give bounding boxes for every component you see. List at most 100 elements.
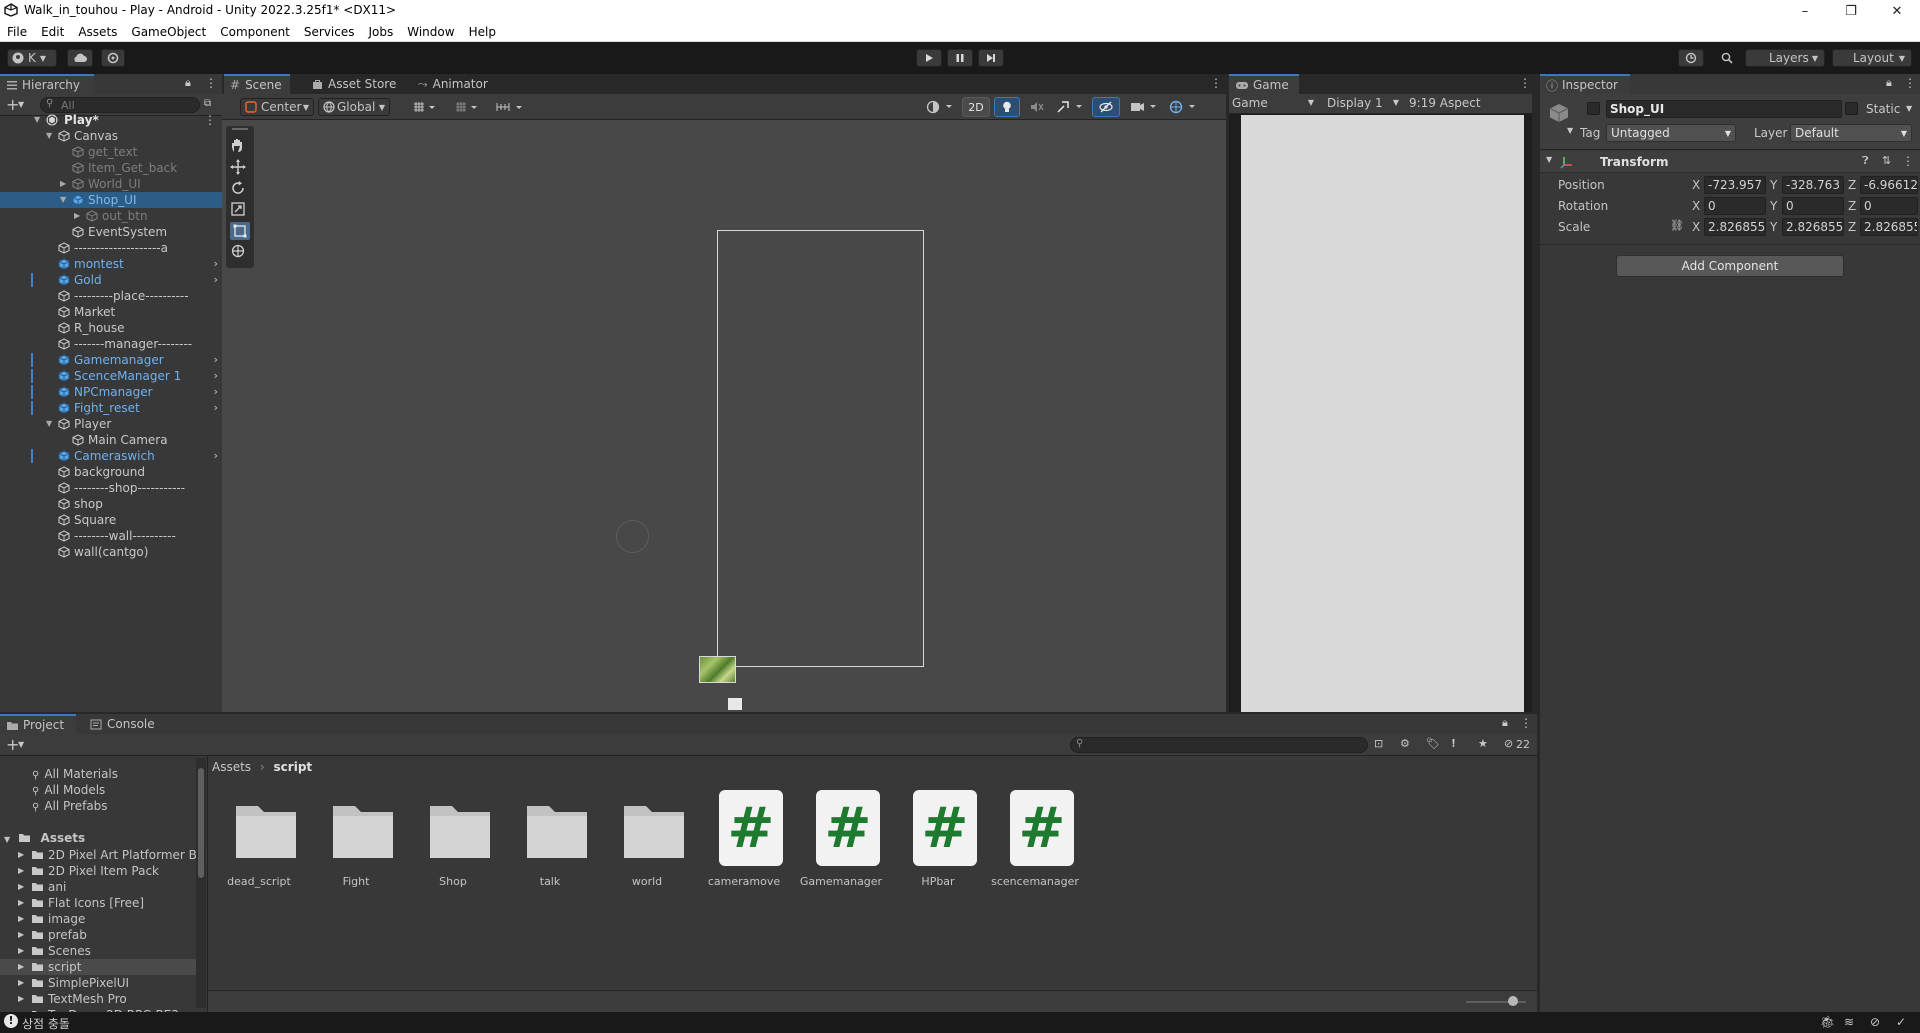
prefab-open-arrow-icon[interactable]: › <box>214 384 218 400</box>
caret-closed-icon[interactable]: ▶ <box>74 208 80 224</box>
project-folder-item[interactable]: ▶ Scenes <box>0 943 196 959</box>
caret-closed-icon[interactable]: ▶ <box>18 895 24 911</box>
step-button[interactable] <box>978 49 1004 67</box>
hierarchy-row[interactable]: Fight_reset › <box>0 400 222 416</box>
audio-toggle[interactable] <box>1024 97 1050 117</box>
hierarchy-row[interactable]: Item_Get_back <box>0 160 222 176</box>
asset-folder[interactable]: talk <box>503 790 597 894</box>
transform-header[interactable]: ▼ Transform ❓︎ ⇅ ⋮ <box>1540 151 1920 173</box>
menu-assets[interactable]: Assets <box>71 25 124 39</box>
preset-icon[interactable]: ⇅ <box>1882 154 1891 167</box>
increment-snap-button[interactable] <box>492 98 528 116</box>
scene-visibility-icon[interactable]: ⧉ <box>204 98 211 109</box>
tab-console[interactable]: Console <box>84 714 160 734</box>
hierarchy-row[interactable]: NPCmanager › <box>0 384 222 400</box>
hierarchy-row[interactable]: ▼ Player <box>0 416 222 432</box>
scene-root-row[interactable]: ▼ Play* ⋮ <box>0 112 222 128</box>
prefab-open-arrow-icon[interactable]: › <box>214 256 218 272</box>
hierarchy-row[interactable]: wall(cantgo) <box>0 544 222 560</box>
position-x-field[interactable]: -723.957 <box>1704 176 1766 194</box>
space-dropdown[interactable]: Global ▼ <box>318 98 390 116</box>
cloud-button[interactable] <box>67 49 93 67</box>
gizmos-dropdown[interactable] <box>1166 97 1202 117</box>
caret-open-icon[interactable]: ▼ <box>46 416 52 432</box>
object-name-field[interactable]: Shop_UI <box>1606 100 1842 118</box>
search-by-type-icon[interactable]: ⊡ <box>1374 737 1383 750</box>
menu-edit[interactable]: Edit <box>34 25 71 39</box>
lock-icon[interactable]: 🔒︎ <box>1886 76 1892 90</box>
hierarchy-row[interactable]: Gold › <box>0 272 222 288</box>
cache-server-icon[interactable]: ≋ <box>1844 1015 1854 1029</box>
hierarchy-row[interactable]: ▼ Canvas <box>0 128 222 144</box>
project-folder-item[interactable]: ▶ 2D Pixel Item Pack <box>0 863 196 879</box>
scale-x-field[interactable]: 2.826855 <box>1704 218 1766 236</box>
hierarchy-row[interactable]: ▶ out_btn <box>0 208 222 224</box>
tab-game[interactable]: Game <box>1229 74 1299 94</box>
play-button[interactable] <box>916 49 942 67</box>
progress-check-icon[interactable]: ✓ <box>1896 1015 1906 1029</box>
tab-asset-store[interactable]: Asset Store <box>306 74 402 94</box>
overlay-drag-handle[interactable] <box>232 128 248 130</box>
project-folder-item[interactable]: ▶ prefab <box>0 927 196 943</box>
link-icon[interactable]: ⛓︎ <box>1670 219 1684 232</box>
hierarchy-row[interactable]: Cameraswich › <box>0 448 222 464</box>
menu-jobs[interactable]: Jobs <box>362 25 401 39</box>
menu-services[interactable]: Services <box>297 25 362 39</box>
hierarchy-row[interactable]: Gamemanager › <box>0 352 222 368</box>
rotation-x-field[interactable]: 0 <box>1704 197 1766 215</box>
rotation-y-field[interactable]: 0 <box>1782 197 1844 215</box>
kebab-menu-icon[interactable]: ⋮ <box>1520 716 1532 730</box>
scrollbar-thumb[interactable] <box>198 768 204 878</box>
importance-icon[interactable]: ❗︎ <box>1452 737 1455 751</box>
aspect-dropdown[interactable]: 9:19 Aspect <box>1409 96 1499 112</box>
caret-closed-icon[interactable]: ▶ <box>60 176 66 192</box>
hierarchy-row[interactable]: --------shop----------- <box>0 480 222 496</box>
hierarchy-row[interactable]: montest › <box>0 256 222 272</box>
caret-closed-icon[interactable]: ▶ <box>18 943 24 959</box>
tab-project[interactable]: Project <box>0 714 76 734</box>
hierarchy-row[interactable]: ▶ World_UI <box>0 176 222 192</box>
lighting-toggle[interactable] <box>994 97 1020 117</box>
scale-y-field[interactable]: 2.826855 <box>1782 218 1844 236</box>
kebab-menu-icon[interactable]: ⋮ <box>1210 76 1222 90</box>
kebab-menu-icon[interactable]: ⋮ <box>1904 76 1916 90</box>
position-y-field[interactable]: -328.763 <box>1782 176 1844 194</box>
menu-gameobject[interactable]: GameObject <box>124 25 213 39</box>
kebab-menu-icon[interactable]: ⋮ <box>1902 154 1914 168</box>
asset-script[interactable]: # scencemanager <box>988 790 1082 894</box>
asset-folder[interactable]: dead_script <box>212 790 306 894</box>
tab-animator[interactable]: ⤳ Animator <box>412 74 492 94</box>
pause-button[interactable] <box>947 49 973 67</box>
caret-open-icon[interactable]: ▼ <box>46 128 52 144</box>
toggle-2d-button[interactable]: 2D <box>962 97 990 117</box>
favorite-all-prefabs[interactable]: ⚲ All Prefabs <box>32 798 108 814</box>
maximize-button[interactable]: ❐ <box>1828 0 1874 22</box>
rotate-tool-button[interactable] <box>230 180 250 198</box>
tag-dropdown[interactable]: Untagged ▼ <box>1606 124 1736 142</box>
favorite-all-materials[interactable]: ⚲ All Materials <box>32 766 118 782</box>
caret-closed-icon[interactable]: ▶ <box>18 927 24 943</box>
caret-open-icon[interactable]: ▼ <box>4 835 10 844</box>
hierarchy-row[interactable]: --------------------a <box>0 240 222 256</box>
label-tag-icon[interactable]: 🏷︎ <box>1426 737 1440 750</box>
project-folder-item[interactable]: ▶ SimplePixelUI <box>0 975 196 991</box>
hierarchy-row[interactable]: ▼ Shop_UI <box>0 192 222 208</box>
lock-icon[interactable]: 🔒︎ <box>1502 716 1508 730</box>
chevron-down-icon[interactable]: ▼ <box>1546 155 1552 164</box>
close-button[interactable]: ✕ <box>1874 0 1920 22</box>
caret-closed-icon[interactable]: ▶ <box>18 959 24 975</box>
hidden-packages-icon[interactable]: ⊘ <box>1504 737 1513 750</box>
prefab-open-arrow-icon[interactable]: › <box>214 272 218 288</box>
project-folder-item[interactable]: ▶ image <box>0 911 196 927</box>
asset-folder[interactable]: Shop <box>406 790 500 894</box>
chevron-down-icon[interactable]: ▼ <box>18 740 24 749</box>
scene-object-marker[interactable] <box>728 698 742 710</box>
project-folder-item[interactable]: ▶ TextMesh Pro <box>0 991 196 1007</box>
debug-bug-icon[interactable]: 🐞︎ <box>1820 1015 1835 1029</box>
hierarchy-row[interactable]: Square <box>0 512 222 528</box>
grid-visibility-button[interactable] <box>450 98 482 116</box>
project-folder-item[interactable]: ▶ script <box>0 959 196 975</box>
hierarchy-row[interactable]: background <box>0 464 222 480</box>
tab-hierarchy[interactable]: Hierarchy <box>0 74 94 94</box>
hierarchy-search-input[interactable]: ⚲ All <box>40 97 200 113</box>
